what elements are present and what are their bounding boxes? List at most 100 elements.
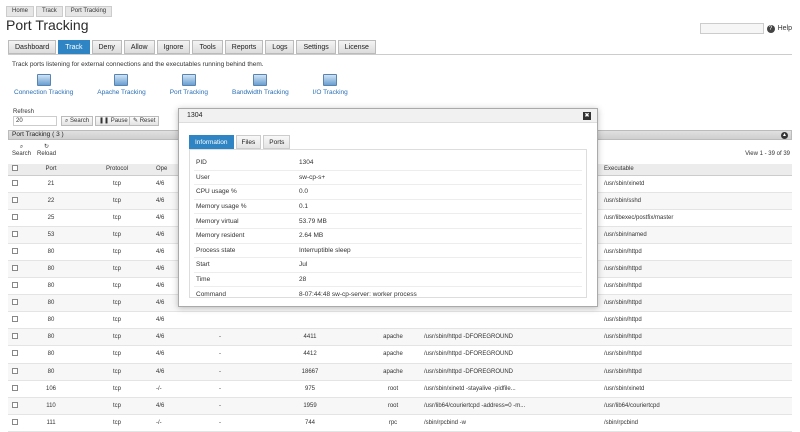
select-all-checkbox[interactable] (8, 164, 22, 176)
cell-protocol: tcp (80, 226, 154, 244)
cell-protocol: tcp (80, 260, 154, 279)
cell-executable: /sbin/rpcbind (602, 414, 792, 432)
cell-executable: /usr/sbin/httpd (602, 277, 792, 296)
cell-c4: - (184, 397, 256, 415)
close-icon[interactable]: ✖ (583, 112, 591, 120)
col-protocol[interactable]: Protocol (80, 164, 154, 176)
field-value: 1304 (299, 159, 314, 167)
row-checkbox[interactable] (8, 226, 22, 244)
help-icon[interactable]: ? (766, 24, 775, 33)
dialog-tab-files[interactable]: Files (235, 135, 262, 149)
intro-text: Track ports listening for external conne… (12, 61, 264, 68)
table-row[interactable]: 80 tcp 4/6-18667 apache/usr/sbin/httpd -DFO… (8, 363, 792, 381)
tab-tools[interactable]: Tools (192, 40, 223, 54)
collapse-icon[interactable]: ▲ (781, 132, 788, 139)
tab-allow[interactable]: Allow (123, 40, 155, 54)
apache-tracking-icon (114, 74, 129, 86)
breadcrumb-track[interactable]: Track (36, 6, 63, 17)
tab-reports[interactable]: Reports (224, 40, 264, 54)
help-link[interactable]: Help (778, 25, 792, 32)
cell-c4 (184, 311, 256, 330)
col-executable[interactable]: Executable (602, 164, 792, 176)
tool-bandwidth-tracking[interactable]: Bandwidth Tracking (232, 74, 289, 96)
grid-search-button[interactable]: ⌕ Search (12, 144, 31, 157)
refresh-input[interactable]: 20 (13, 116, 57, 126)
row-checkbox[interactable] (8, 311, 22, 330)
cell-c7: /usr/sbin/httpd -DFOREGROUND (422, 345, 602, 364)
cell-protocol: tcp (80, 414, 154, 432)
field-time: Time 28 (194, 273, 582, 288)
row-checkbox[interactable] (8, 363, 22, 381)
table-row[interactable]: 80 tcp 4/6-4412 apache/usr/sbin/httpd -DFOR… (8, 345, 792, 364)
row-checkbox[interactable] (8, 209, 22, 227)
tab-track[interactable]: Track (58, 40, 90, 54)
row-checkbox[interactable] (8, 414, 22, 432)
cell-port: 80 (22, 277, 80, 296)
port-tracking-icon (181, 74, 196, 86)
search-button[interactable]: ⌕ Search (61, 116, 94, 126)
table-row[interactable]: 80 tcp 4/6/usr/sbin/httpd (8, 311, 792, 330)
grid-search-label: Search (12, 151, 32, 157)
tab-settings[interactable]: Settings (296, 40, 336, 54)
field-value: 8-07:44:48 sw-cp-server: worker process (299, 291, 417, 299)
tool-port-tracking[interactable]: Port Tracking (170, 74, 208, 96)
cell-c7 (422, 311, 602, 330)
cell-protocol: tcp (80, 243, 154, 261)
search-icon: ⌕ (19, 144, 24, 150)
row-checkbox[interactable] (8, 380, 22, 398)
breadcrumb-port-tracking[interactable]: Port Tracking (64, 6, 113, 17)
tab-ignore[interactable]: Ignore (156, 40, 191, 54)
row-checkbox[interactable] (8, 243, 22, 261)
cell-port: 80 (22, 328, 80, 347)
field-label: PID (196, 159, 207, 167)
cell-port: 22 (22, 192, 80, 210)
tool-io-tracking[interactable]: I/O Tracking (313, 74, 348, 96)
field-cpu-usage: CPU usage % 0.0 (194, 185, 582, 200)
col-port[interactable]: Port (22, 164, 80, 176)
tab-deny[interactable]: Deny (91, 40, 122, 54)
row-checkbox[interactable] (8, 175, 22, 193)
dialog-tab-ports[interactable]: Ports (263, 135, 291, 149)
field-label: Memory usage % (196, 203, 247, 211)
row-checkbox[interactable] (8, 192, 22, 210)
tab-dashboard[interactable]: Dashboard (8, 40, 57, 54)
tool-connection-tracking[interactable]: Connection Tracking (14, 74, 73, 96)
field-memory-resident: Memory resident 2.64 MB (194, 229, 582, 244)
tab-license[interactable]: License (337, 40, 376, 54)
field-value: Jul (299, 261, 308, 269)
table-row[interactable]: 110 tcp 4/6-1959 root/usr/lib64/couriertcpd… (8, 397, 792, 415)
bandwidth-tracking-icon (253, 74, 268, 86)
cell-c6: root (364, 397, 422, 415)
row-checkbox[interactable] (8, 260, 22, 279)
cell-c5: 744 (256, 414, 364, 432)
cell-c5: 18667 (256, 363, 364, 381)
tool-apache-tracking[interactable]: Apache Tracking (97, 74, 146, 96)
cell-c6: apache (364, 363, 422, 381)
grid-reload-button[interactable]: ↻ Reload (37, 144, 56, 157)
cell-c4: - (184, 414, 256, 432)
row-checkbox[interactable] (8, 397, 22, 415)
table-row[interactable]: 111 tcp -/- -744 rpc/sbin/rpcbind -w/sbin/rp… (8, 414, 792, 432)
field-value: sw-cp-s+ (299, 173, 326, 181)
field-value: 2.64 MB (299, 232, 324, 240)
cell-open: -/- (154, 380, 184, 398)
dialog-tab-information[interactable]: Information (189, 135, 234, 149)
row-checkbox[interactable] (8, 328, 22, 347)
cell-executable: /usr/sbin/httpd (602, 345, 792, 364)
tab-logs[interactable]: Logs (265, 40, 295, 54)
connection-tracking-icon (36, 74, 51, 86)
row-checkbox[interactable] (8, 345, 22, 364)
table-row[interactable]: 106 tcp -/- -975 root/usr/sbin/xinetd -staya… (8, 380, 792, 398)
breadcrumb-home[interactable]: Home (6, 6, 35, 17)
cell-c4: - (184, 345, 256, 364)
reset-button[interactable]: ✎ Reset (129, 116, 160, 126)
help-search-input[interactable] (699, 23, 764, 34)
table-row[interactable]: 80 tcp 4/6-4411 apache/usr/sbin/httpd -DFOR… (8, 328, 792, 347)
cell-c5: 4412 (256, 345, 364, 364)
cell-open: 4/6 (154, 363, 184, 381)
row-checkbox[interactable] (8, 294, 22, 313)
field-label: Memory resident (196, 232, 245, 240)
cell-c5: 975 (256, 380, 364, 398)
row-checkbox[interactable] (8, 277, 22, 296)
pause-button[interactable]: ❚❚ Pause (95, 116, 132, 126)
